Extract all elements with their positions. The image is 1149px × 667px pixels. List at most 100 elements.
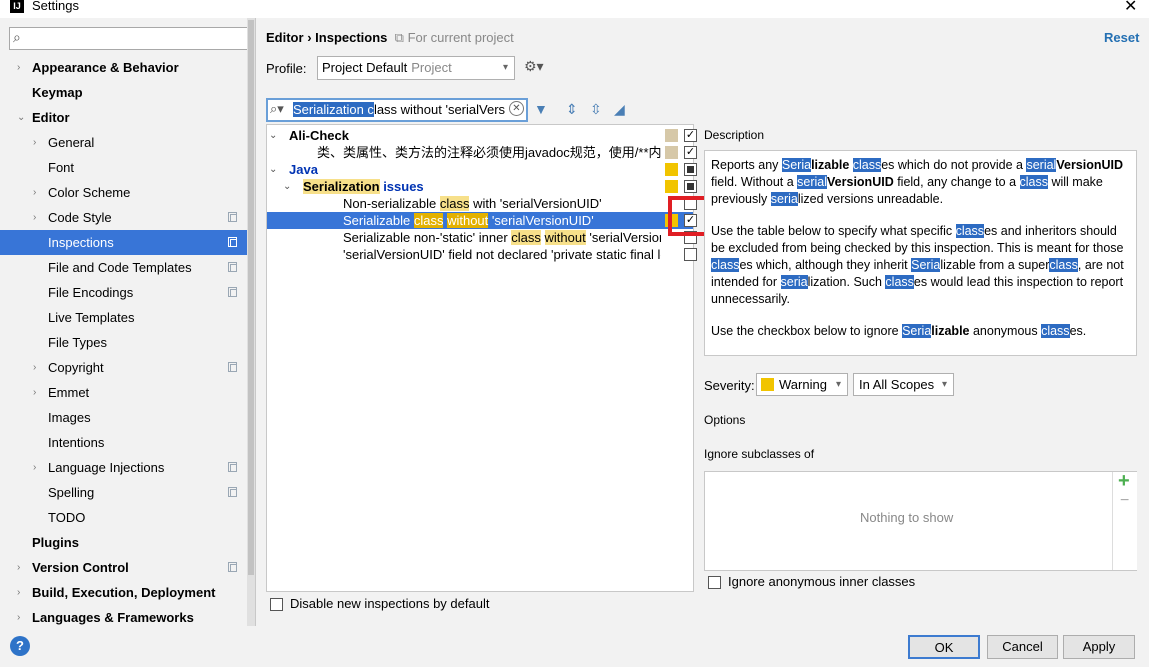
cancel-button[interactable]: Cancel	[987, 635, 1058, 659]
severity-color-swatch	[665, 180, 678, 193]
scope-dropdown[interactable]: In All Scopes ▾	[853, 373, 954, 396]
help-icon[interactable]: ?	[10, 636, 30, 656]
inspection-row[interactable]: Serializable class without 'serialVersio…	[267, 212, 697, 229]
sidebar-item-todo[interactable]: TODO	[0, 505, 255, 530]
search-icon: ⌕▾	[270, 101, 284, 116]
chevron-right-icon[interactable]: ›	[17, 555, 20, 580]
inspection-label: Java	[289, 162, 318, 177]
chevron-right-icon[interactable]: ›	[33, 180, 36, 205]
profile-dropdown[interactable]: Project Default Project ▾	[317, 56, 515, 80]
chevron-right-icon[interactable]: ›	[33, 130, 36, 155]
sidebar-scrollbar[interactable]	[247, 18, 255, 626]
sidebar-item-build-execution-deployment[interactable]: › Build, Execution, Deployment	[0, 580, 255, 605]
reset-link[interactable]: Reset	[1104, 30, 1139, 45]
sidebar-item-inspections[interactable]: Inspections	[0, 230, 255, 255]
chevron-down-icon: ▾	[502, 62, 508, 73]
chevron-down-icon: ▾	[835, 379, 841, 390]
sidebar-item-file-encodings[interactable]: File Encodings	[0, 280, 255, 305]
remove-icon[interactable]: −	[1120, 492, 1129, 510]
inspection-row[interactable]: Serializable non-'static' inner class wi…	[267, 229, 697, 246]
inspection-checkbox[interactable]	[684, 180, 697, 193]
ok-button[interactable]: OK	[908, 635, 980, 659]
sidebar-item-images[interactable]: Images	[0, 405, 255, 430]
eraser-icon[interactable]: ◢	[614, 101, 625, 118]
inspection-row[interactable]: 'serialVersionUID' field not declared 'p…	[267, 246, 697, 263]
sidebar-item-label: TODO	[48, 510, 86, 525]
collapse-all-icon[interactable]: ⇳	[590, 101, 602, 118]
close-icon[interactable]: ✕	[1124, 0, 1137, 16]
ignore-subclasses-label: Ignore subclasses of	[704, 447, 815, 461]
sidebar-item-copyright[interactable]: › Copyright	[0, 355, 255, 380]
sidebar-item-label: Emmet	[48, 385, 90, 400]
chevron-down-icon[interactable]: ⌄	[17, 105, 25, 130]
chevron-right-icon[interactable]: ›	[33, 380, 36, 405]
chevron-right-icon[interactable]: ›	[33, 355, 36, 380]
sidebar-item-label: Color Scheme	[48, 185, 131, 200]
project-scope-note: For current project	[407, 30, 514, 45]
add-icon[interactable]: +	[1118, 470, 1130, 493]
sidebar-item-code-style[interactable]: › Code Style	[0, 205, 255, 230]
sidebar-item-file-types[interactable]: File Types	[0, 330, 255, 355]
description-paragraph: Reports any Serializable classes which d…	[711, 158, 1124, 206]
ignore-subclasses-table: Nothing to show + −	[704, 470, 1137, 571]
gear-icon[interactable]: ⚙▾	[524, 58, 544, 75]
sidebar-item-plugins[interactable]: Plugins	[0, 530, 255, 555]
breadcrumb-editor: Editor	[266, 30, 304, 45]
inspection-checkbox[interactable]	[684, 163, 697, 176]
inspection-label: Non-serializable class with 'serialVersi…	[343, 196, 602, 211]
sidebar-item-color-scheme[interactable]: › Color Scheme	[0, 180, 255, 205]
chevron-right-icon[interactable]: ›	[33, 205, 36, 230]
sidebar-item-font[interactable]: Font	[0, 155, 255, 180]
settings-sidebar: ⌕ › Appearance & Behavior Keymap ⌄ Editor › Ge…	[0, 18, 256, 626]
chevron-down-icon[interactable]: ⌄	[269, 127, 277, 144]
ignore-anonymous-checkbox[interactable]	[708, 576, 721, 589]
sidebar-item-editor[interactable]: ⌄ Editor	[0, 105, 255, 130]
severity-color-swatch	[665, 163, 678, 176]
sidebar-item-label: Build, Execution, Deployment	[32, 585, 216, 600]
chevron-down-icon[interactable]: ⌄	[269, 161, 277, 178]
window-title: Settings	[32, 0, 79, 13]
inspection-label: Serializable non-'static' inner class wi…	[343, 230, 661, 245]
chevron-right-icon[interactable]: ›	[33, 455, 36, 480]
sidebar-item-language-injections[interactable]: › Language Injections	[0, 455, 255, 480]
inspection-row[interactable]: ⌄ Ali-Check ✓	[267, 127, 697, 144]
sidebar-item-label: File Encodings	[48, 285, 134, 300]
inspection-row[interactable]: Non-serializable class with 'serialVersi…	[267, 195, 697, 212]
table-toolbar: + −	[1112, 470, 1137, 570]
apply-button[interactable]: Apply	[1063, 635, 1135, 659]
sidebar-item-label: File Types	[48, 335, 108, 350]
sidebar-item-file-and-code-templates[interactable]: File and Code Templates	[0, 255, 255, 280]
breadcrumb: Editor › Inspections ⧉ For current proje…	[266, 30, 514, 46]
sidebar-item-spelling[interactable]: Spelling	[0, 480, 255, 505]
breadcrumb-inspections: Inspections	[315, 30, 388, 45]
inspection-row[interactable]: ⌄ Serialization issues	[267, 178, 697, 195]
scrollbar-thumb[interactable]	[248, 20, 254, 575]
inspection-checkbox[interactable]: ✓	[684, 129, 697, 142]
chevron-right-icon[interactable]: ›	[17, 580, 20, 605]
expand-all-icon[interactable]: ⇕	[566, 101, 578, 118]
inspection-row[interactable]: ⌄ Java	[267, 161, 697, 178]
filter-icon[interactable]: ▼	[534, 101, 548, 117]
inspection-row[interactable]: 类、类属性、类方法的注释必须使用javadoc规范，使用/**内容*/格式 ✓	[267, 144, 697, 161]
search-icon: ⌕	[13, 29, 21, 45]
profile-label: Profile:	[266, 61, 307, 76]
sidebar-item-general[interactable]: › General	[0, 130, 255, 155]
sidebar-item-version-control[interactable]: › Version Control	[0, 555, 255, 580]
clear-icon[interactable]: ✕	[509, 101, 524, 116]
inspection-checkbox[interactable]: ✓	[684, 146, 697, 159]
inspection-checkbox[interactable]	[684, 248, 697, 261]
chevron-down-icon[interactable]: ⌄	[283, 178, 291, 195]
sidebar-item-emmet[interactable]: › Emmet	[0, 380, 255, 405]
sidebar-item-keymap[interactable]: Keymap	[0, 80, 255, 105]
inspection-filter-input[interactable]: ⌕▾ Serialization class without 'serialVe…	[266, 98, 528, 122]
severity-color-swatch	[761, 378, 774, 391]
sidebar-item-appearance-behavior[interactable]: › Appearance & Behavior	[0, 55, 255, 80]
severity-dropdown[interactable]: Warning ▾	[756, 373, 848, 396]
profile-value: Project Default	[322, 60, 408, 75]
disable-new-checkbox[interactable]	[270, 598, 283, 611]
chevron-right-icon[interactable]: ›	[17, 55, 20, 80]
sidebar-item-intentions[interactable]: Intentions	[0, 430, 255, 455]
sidebar-item-live-templates[interactable]: Live Templates	[0, 305, 255, 330]
sidebar-item-label: Spelling	[48, 485, 95, 500]
settings-search-input[interactable]: ⌕	[9, 27, 249, 50]
